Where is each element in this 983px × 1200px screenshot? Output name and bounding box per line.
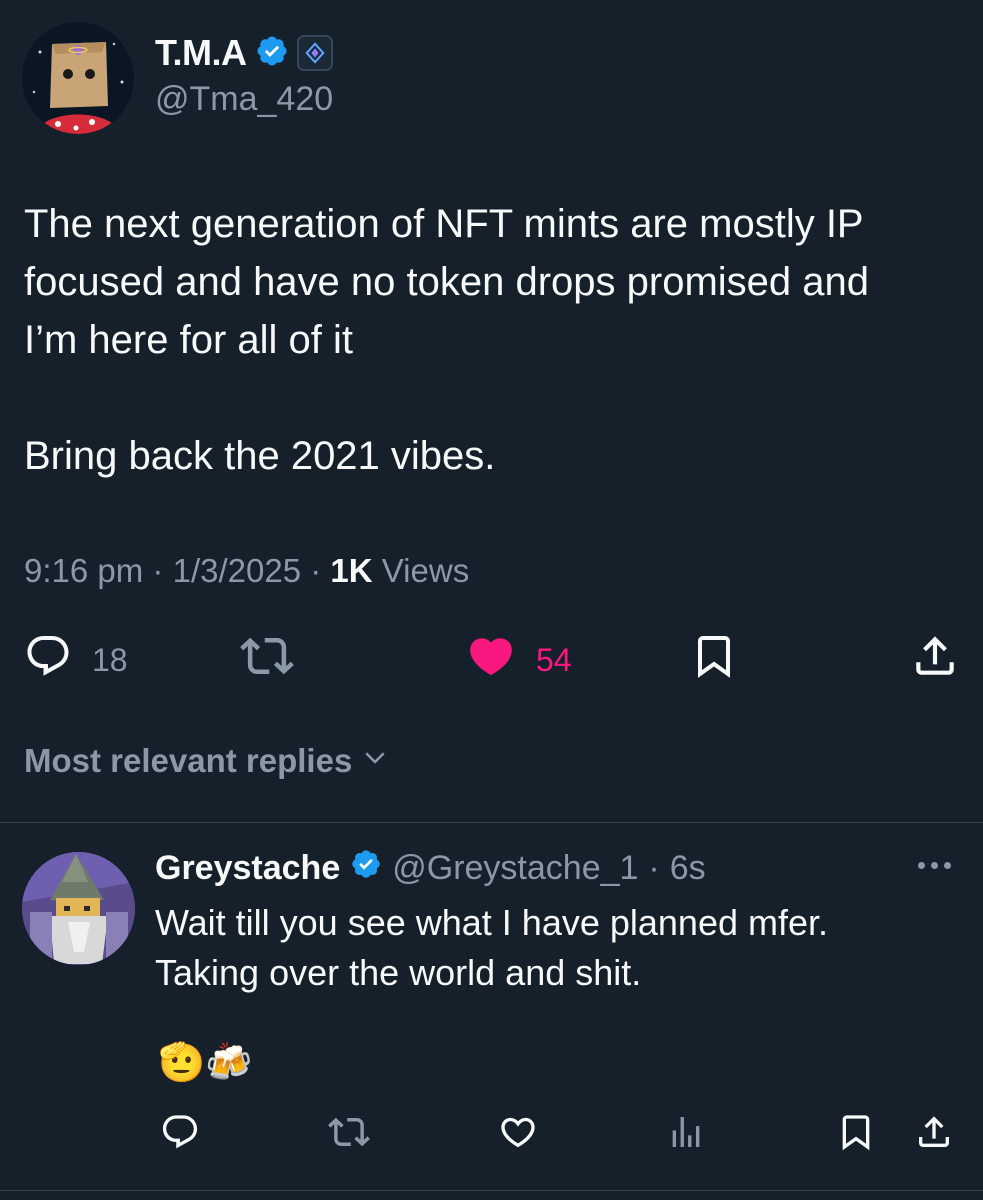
tweet-meta: 9:16 pm · 1/3/2025 · 1K Views <box>24 552 469 590</box>
meta-separator: · <box>310 552 322 589</box>
heart-icon <box>498 1112 538 1157</box>
bookmark-button[interactable] <box>690 632 738 688</box>
share-icon <box>914 1112 954 1157</box>
heart-filled-icon <box>466 631 516 689</box>
reply-display-name[interactable]: Greystache <box>155 849 340 888</box>
retweet-button[interactable] <box>240 632 294 688</box>
views-count[interactable]: 1K <box>330 552 372 589</box>
author-handle[interactable]: @Tma_420 <box>155 80 333 119</box>
retweet-icon <box>240 629 294 691</box>
tweet-text: The next generation of NFT mints are mos… <box>24 195 964 485</box>
reply-count: 18 <box>92 641 128 678</box>
reply-header: Greystache @Greystache_1 · 6s <box>155 848 706 889</box>
reply-analytics-button[interactable] <box>664 1112 708 1156</box>
retweet-icon <box>328 1111 370 1158</box>
verified-badge-icon <box>350 848 382 889</box>
verified-badge-icon <box>255 34 289 73</box>
tweet-text-line: Bring back the 2021 vibes. <box>24 434 496 478</box>
tweet-text-line: focused and have no token drops promised… <box>24 260 870 304</box>
meta-separator: · <box>152 552 164 589</box>
reply-author-avatar[interactable] <box>22 852 135 965</box>
reply-comment-button[interactable] <box>158 1112 202 1156</box>
reply-button[interactable]: 18 <box>24 632 128 688</box>
more-dot <box>918 862 925 869</box>
chevron-down-icon <box>360 742 390 780</box>
reply-handle[interactable]: @Greystache_1 <box>392 849 638 888</box>
diamond-badge-icon <box>296 35 333 71</box>
tweet-text-line: The next generation of NFT mints are mos… <box>24 202 864 246</box>
reply-bookmark-button[interactable] <box>834 1112 878 1156</box>
more-dot <box>944 862 951 869</box>
share-button[interactable] <box>910 632 960 688</box>
meta-separator: · <box>648 849 660 887</box>
comment-icon <box>24 632 72 688</box>
like-button[interactable]: 54 <box>466 632 572 688</box>
tweet-time[interactable]: 9:16 pm <box>24 552 143 589</box>
views-label: Views <box>381 552 470 589</box>
author-display-name[interactable]: T.M.A <box>155 32 247 74</box>
bookmark-icon <box>690 630 738 690</box>
like-count: 54 <box>536 641 572 678</box>
more-options-button[interactable] <box>918 862 951 869</box>
tweet-text-line: I’m here for all of it <box>24 318 354 362</box>
divider <box>0 822 983 823</box>
replies-sort-dropdown[interactable]: Most relevant replies <box>24 742 390 780</box>
reply-share-button[interactable] <box>912 1112 956 1156</box>
divider <box>0 1190 983 1191</box>
more-dot <box>931 862 938 869</box>
reply-time[interactable]: 6s <box>670 849 706 888</box>
comment-icon <box>160 1112 200 1157</box>
reply-emoji: 🫡🍻 <box>158 1040 253 1084</box>
author-avatar[interactable] <box>22 22 134 134</box>
bookmark-icon <box>836 1111 876 1158</box>
reply-like-button[interactable] <box>496 1112 540 1156</box>
tweet-detail-page: T.M.A @Tma_420 The next generation of NF… <box>0 0 983 1200</box>
tweet-date[interactable]: 1/3/2025 <box>173 552 301 589</box>
reply-text: Wait till you see what I have planned mf… <box>155 898 955 998</box>
reply-retweet-button[interactable] <box>327 1112 371 1156</box>
sort-label: Most relevant replies <box>24 742 353 779</box>
reply-text-line: Taking over the world and shit. <box>155 952 642 993</box>
analytics-icon <box>666 1112 706 1157</box>
share-icon <box>910 631 960 689</box>
author-name-row: T.M.A <box>155 32 333 74</box>
reply-text-line: Wait till you see what I have planned mf… <box>155 902 829 943</box>
